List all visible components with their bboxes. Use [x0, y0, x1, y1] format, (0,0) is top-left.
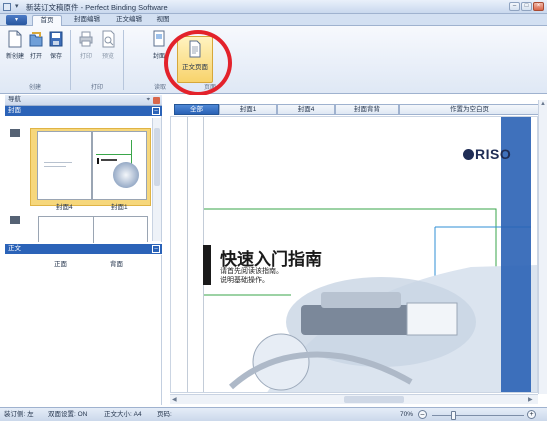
app-menu-button[interactable]: ▾ — [6, 15, 27, 25]
subtitle-line: 请首先阅读该指南。 — [220, 268, 283, 275]
scrollbar-thumb[interactable] — [344, 396, 404, 403]
open-button[interactable]: 打开 — [25, 30, 47, 76]
cover-section-title: 封面 — [8, 107, 21, 114]
group-label-print: 打印 — [90, 85, 103, 91]
new-button-label: 新创建 — [5, 54, 24, 60]
body-section-bar[interactable]: 正文 – — [5, 244, 162, 254]
page-tab-bar: 全部 封面1 封面4 封面背背 作置为空白页 — [170, 104, 545, 115]
tab-home[interactable]: 首页 — [32, 15, 62, 26]
body-size-status: 正文大小: A4 — [104, 411, 142, 418]
ribbon: 新创建 打开 保存 打印 预览 封面 创建 打印 读取 页面 — [0, 26, 547, 94]
collapse-icon[interactable]: – — [152, 245, 160, 253]
cover-scrollbar[interactable] — [152, 118, 161, 241]
ribbon-group-separator — [70, 30, 71, 90]
pin-icon[interactable]: ⌖ — [147, 95, 150, 105]
group-label-create: 创建 — [28, 85, 41, 91]
open-folder-icon — [29, 32, 43, 47]
spread-icon — [10, 216, 20, 224]
ribbon-group-separator — [123, 30, 124, 90]
preview-button-label: 预览 — [101, 54, 114, 60]
tab-cover-edit[interactable]: 封面编辑 — [68, 15, 106, 26]
cover1-label: 封面1 — [111, 204, 128, 211]
zoom-slider-handle[interactable] — [451, 411, 456, 420]
riso-logo-mark — [463, 149, 474, 160]
nav-close-icon[interactable] — [153, 97, 160, 104]
cover-section-bar[interactable]: 封面 – — [5, 106, 162, 116]
title-accent-bar — [203, 245, 211, 285]
cover4-label: 封面4 — [56, 204, 73, 211]
zoom-out-button[interactable]: – — [418, 410, 427, 419]
page-tab-all[interactable]: 全部 — [174, 104, 219, 115]
preview-button[interactable]: 预览 — [97, 30, 119, 76]
save-button-label: 保存 — [49, 54, 62, 60]
page-tab-cover1[interactable]: 封面1 — [219, 104, 277, 115]
scroll-up-icon[interactable]: ▲ — [540, 101, 546, 107]
page-tab-spine[interactable]: 封面背背 — [335, 104, 399, 115]
save-button[interactable]: 保存 — [45, 30, 67, 76]
horizontal-scrollbar[interactable]: ◀ ▶ — [170, 394, 538, 404]
page-number-status: 页码: — [157, 411, 172, 418]
app-icon[interactable] — [3, 3, 11, 11]
zoom-slider-track[interactable] — [432, 415, 524, 416]
print-button[interactable]: 打印 — [75, 30, 97, 76]
spread-icon — [10, 129, 20, 137]
set-blank-page-button[interactable]: 作置为空白页 — [399, 104, 540, 115]
status-bar: 装订侧: 左 双面设置: ON 正文大小: A4 页码: 70% — [0, 407, 547, 421]
scroll-right-icon[interactable]: ▶ — [528, 396, 533, 403]
window-title: 新装订文稿原件 - Perfect Binding Software — [26, 3, 168, 12]
new-button[interactable]: 新创建 — [4, 30, 26, 76]
red-highlight-circle — [164, 30, 232, 96]
body-section-title: 正文 — [8, 245, 21, 252]
cover-page-icon — [153, 30, 165, 47]
maximize-button[interactable]: □ — [521, 2, 532, 11]
second-spread-thumbnail[interactable] — [38, 216, 148, 243]
new-document-icon — [8, 30, 22, 48]
cover4-thumbnail[interactable] — [37, 131, 92, 200]
open-button-label: 打开 — [29, 54, 42, 60]
zoom-in-button[interactable]: + — [527, 410, 536, 419]
collapse-icon[interactable]: – — [152, 107, 160, 115]
page-tab-cover4[interactable]: 封面4 — [277, 104, 335, 115]
body-page-list — [5, 255, 162, 405]
close-button[interactable]: × — [533, 2, 544, 11]
print-button-label: 打印 — [79, 54, 92, 60]
printer-icon — [79, 31, 93, 47]
quick-access-dropdown[interactable]: ▾ — [15, 2, 19, 10]
vertical-scrollbar[interactable]: ▲ — [538, 100, 547, 394]
ribbon-tab-row: ▾ 首页 封面编辑 正文编辑 视图 — [0, 14, 547, 26]
riso-logo: RISO — [463, 146, 511, 162]
nav-title: 导航 — [8, 96, 21, 103]
document-subtitle: 请首先阅读该指南。 说明基础操作。 — [220, 267, 283, 285]
app-menu-arrow: ▾ — [14, 17, 18, 23]
front-column-header: 正面 — [54, 261, 67, 268]
scrollbar-thumb[interactable] — [154, 128, 160, 186]
title-bar: ▾ 新装订文稿原件 - Perfect Binding Software – □… — [0, 0, 547, 14]
tab-body-edit[interactable]: 正文编辑 — [110, 15, 148, 26]
scroll-left-icon[interactable]: ◀ — [172, 396, 177, 403]
minimize-button[interactable]: – — [509, 2, 520, 11]
print-preview-icon — [102, 30, 115, 48]
tab-view[interactable]: 视图 — [152, 15, 174, 26]
binding-side-status: 装订侧: 左 — [4, 411, 34, 418]
zoom-level: 70% — [400, 411, 414, 418]
back-column-header: 背面 — [110, 261, 123, 268]
group-label-read: 读取 — [153, 85, 166, 91]
cover1-thumbnail[interactable] — [92, 131, 147, 200]
nav-panel-header: 导航 ⌖ — [5, 95, 162, 106]
brand-text: RISO — [475, 146, 512, 162]
subtitle-line: 说明基础操作。 — [220, 277, 269, 284]
duplex-status: 双面设置: ON — [48, 411, 88, 418]
save-icon — [49, 31, 63, 47]
